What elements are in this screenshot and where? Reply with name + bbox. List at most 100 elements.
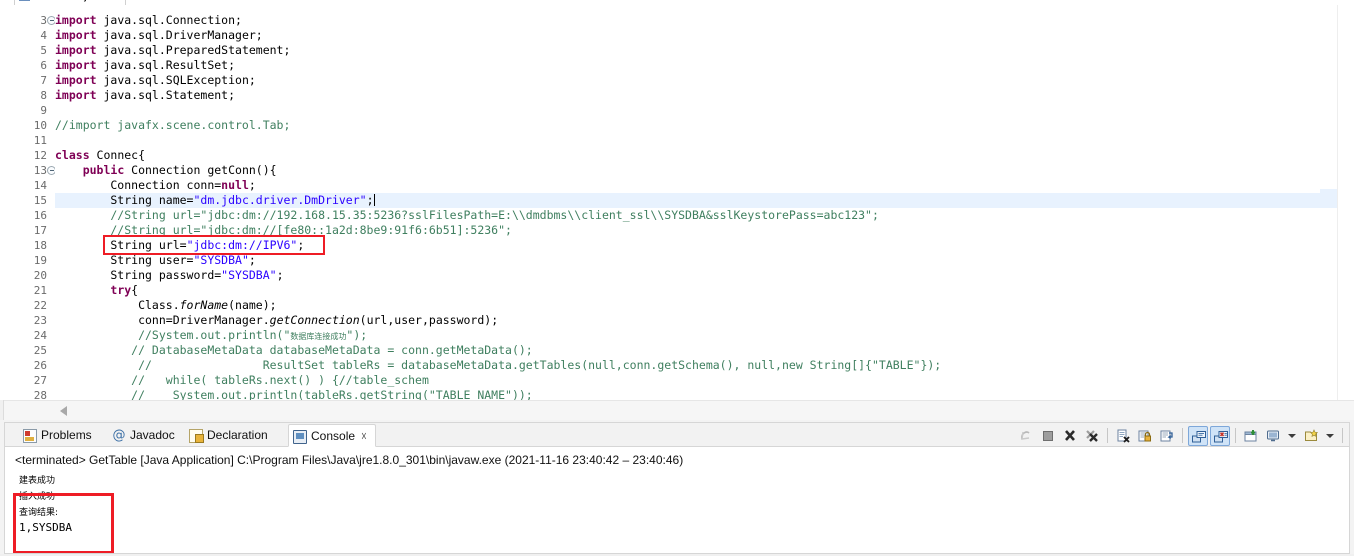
line-number: 9: [40, 104, 47, 117]
code-token: // while( tableRs.next() ) {//table_sche…: [55, 373, 429, 387]
overview-ruler[interactable]: [1337, 5, 1354, 400]
code-token: ;: [248, 253, 256, 267]
code-token: Connection conn=: [55, 178, 222, 192]
line-number: 13: [33, 164, 47, 177]
line-number: 26: [33, 359, 47, 372]
view-tab-javadoc[interactable]: @ Javadoc: [108, 424, 183, 447]
code-token: java.sql.DriverManager;: [103, 28, 263, 42]
code-line: import java.sql.PreparedStatement;: [55, 43, 290, 58]
terminate-all-icon[interactable]: [1016, 426, 1036, 446]
code-text-area[interactable]: import java.sql.Connection; import java.s…: [55, 5, 1354, 400]
view-tab-label: Declaration: [207, 428, 268, 442]
code-token: "jdbc:dm://IPV6": [186, 238, 298, 252]
code-token: //System.out.println(": [55, 328, 291, 342]
console-view-panel: Problems @ Javadoc Declaration Console ☓ <ter…: [4, 422, 1350, 554]
code-line: String password="SYSDBA";: [55, 268, 283, 283]
code-line: // ResultSet tableRs = databaseMetaData.…: [55, 358, 941, 373]
separator-1: [1107, 428, 1108, 443]
line-number: 19: [33, 254, 47, 267]
open-console-icon[interactable]: [1301, 426, 1321, 446]
javadoc-icon: @: [112, 428, 126, 443]
display-selected-console-arrow[interactable]: [1288, 433, 1296, 438]
close-icon[interactable]: ☓: [361, 426, 367, 449]
line-number: 21: [33, 284, 47, 297]
code-line: String user="SYSDBA";: [55, 253, 256, 268]
view-tab-console[interactable]: Console ☓: [288, 424, 376, 447]
code-token: ;: [297, 238, 305, 252]
code-token: String name=: [55, 193, 194, 207]
close-icon[interactable]: ☓: [114, 0, 119, 2]
line-number: 15: [33, 194, 47, 207]
separator-2: [1182, 428, 1183, 443]
show-console-on-error-icon[interactable]: [1210, 425, 1230, 446]
java-editor: GetTable.java ☓ 3 4 5 6 7 8 9 10 11 12 13 14 15 16 17 1…: [0, 0, 1354, 420]
code-token: "dm.jdbc.driver.DmDriver": [193, 193, 367, 207]
code-line: //import javafx.scene.control.Tab;: [55, 118, 290, 133]
code-token: import: [55, 43, 104, 57]
code-token: // DatabaseMetaData databaseMetaData = c…: [55, 343, 533, 357]
console-output-line: 1,SYSDBA: [19, 521, 72, 534]
code-line: //System.out.println("数据库连接成功");: [55, 328, 367, 343]
code-token: Connec{: [96, 148, 146, 162]
code-token: ;: [248, 178, 256, 192]
text-caret: [373, 194, 375, 206]
code-line: import java.sql.DriverManager;: [55, 28, 263, 43]
view-tab-declaration[interactable]: Declaration: [185, 424, 276, 447]
console-toolbar: [1016, 425, 1346, 446]
code-token: conn=DriverManager.: [55, 313, 270, 327]
display-selected-console-icon[interactable]: [1263, 426, 1283, 446]
open-console-arrow[interactable]: [1326, 433, 1334, 438]
code-token: String password=: [55, 268, 222, 282]
code-token: import: [55, 28, 104, 42]
editor-horizontal-scrollbar[interactable]: [4, 400, 1354, 420]
remove-all-terminated-icon[interactable]: [1082, 426, 1102, 446]
code-line: Class.forName(name);: [55, 298, 276, 313]
code-token: String url=: [55, 238, 187, 252]
remove-launch-icon[interactable]: [1060, 426, 1080, 446]
pin-console-icon[interactable]: [1241, 426, 1261, 446]
separator-3: [1235, 428, 1236, 443]
code-token: // ResultSet tableRs = databaseMetaData.…: [55, 358, 942, 372]
code-token: java.sql.SQLException;: [103, 73, 256, 87]
console-icon: [293, 430, 307, 444]
separator-4: [1342, 428, 1343, 443]
line-number: 14: [33, 179, 47, 192]
code-line: import java.sql.ResultSet;: [55, 58, 235, 73]
line-number: 7: [40, 74, 47, 87]
eclipse-ide-window: GetTable.java ☓ 3 4 5 6 7 8 9 10 11 12 13 14 15 16 17 1…: [0, 0, 1354, 556]
code-token: Connection getConn(){: [131, 163, 277, 177]
code-token: java.sql.ResultSet;: [103, 58, 236, 72]
code-token: ;: [366, 193, 374, 207]
code-token: import: [55, 13, 104, 27]
line-number: 12: [33, 149, 47, 162]
scroll-left-arrow-icon[interactable]: [60, 406, 67, 416]
code-line: public Connection getConn(){: [55, 163, 277, 178]
console-output-area[interactable]: <terminated> GetTable [Java Application]…: [5, 447, 1349, 553]
code-line: // DatabaseMetaData databaseMetaData = c…: [55, 343, 533, 358]
code-token: //import javafx.scene.control.Tab;: [55, 118, 291, 132]
line-number: 25: [33, 344, 47, 357]
code-token: Class.: [55, 298, 180, 312]
line-number: 24: [33, 329, 47, 342]
problems-icon: [23, 429, 37, 443]
clear-console-icon[interactable]: [1113, 426, 1133, 446]
line-number: 10: [33, 119, 47, 132]
code-token: ");: [346, 328, 368, 342]
declaration-icon: [189, 429, 204, 443]
line-number: 27: [33, 374, 47, 387]
scroll-lock-icon[interactable]: [1135, 426, 1155, 446]
code-line: Connection conn=null;: [55, 178, 256, 193]
code-token: null: [221, 178, 249, 192]
view-tab-problems[interactable]: Problems: [19, 424, 100, 447]
code-token: {: [131, 283, 139, 297]
code-token: String user=: [55, 253, 194, 267]
code-token: java.sql.Statement;: [103, 88, 236, 102]
code-line: String name="dm.jdbc.driver.DmDriver";: [55, 193, 1354, 208]
scrollbar-track[interactable]: [70, 402, 1350, 420]
code-line: //String url="jdbc:dm://192.168.15.35:52…: [55, 208, 879, 223]
stop-icon[interactable]: [1038, 426, 1058, 446]
console-output-line: 建表成功: [19, 476, 56, 486]
word-wrap-icon[interactable]: [1157, 426, 1177, 446]
line-number-gutter[interactable]: 3 4 5 6 7 8 9 10 11 12 13 14 15 16 17 18 19 20 21 22 23 24 25 2…: [0, 5, 56, 402]
show-console-on-output-icon[interactable]: [1188, 425, 1208, 446]
